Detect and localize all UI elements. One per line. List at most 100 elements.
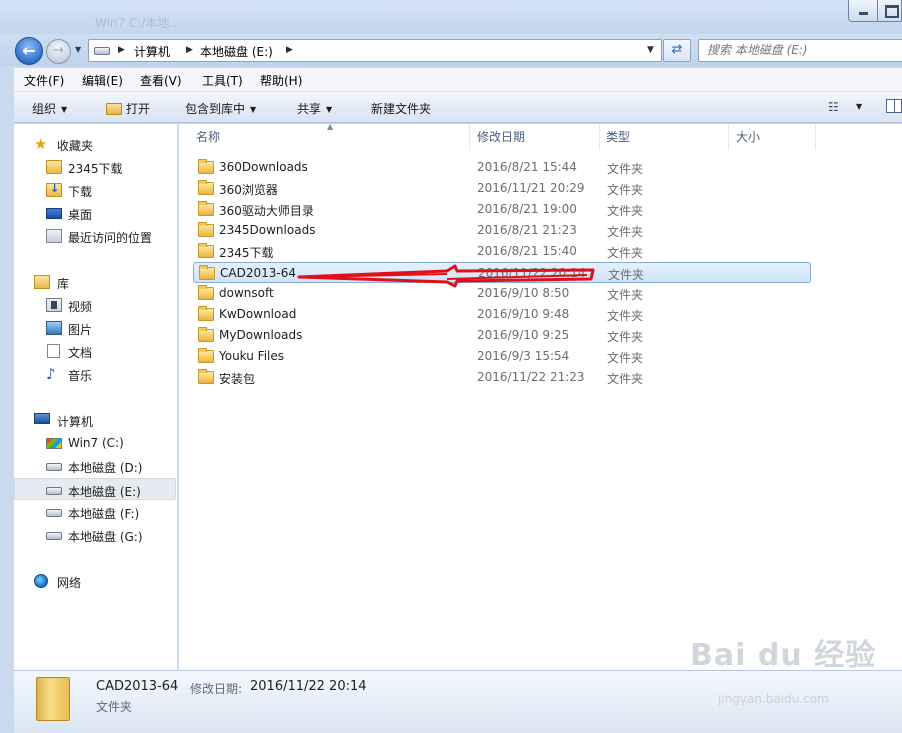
- refresh-button[interactable]: ⇄: [663, 39, 691, 62]
- new-folder-button[interactable]: 新建文件夹: [371, 100, 431, 117]
- organize-label: 组织: [32, 102, 57, 116]
- organize-button[interactable]: 组织 ▼: [32, 100, 67, 117]
- video-icon: [46, 298, 62, 312]
- baidu-watermark: Bai du 经验: [690, 638, 877, 673]
- file-row[interactable]: 安装包 2016/11/22 21:23 文件夹: [193, 367, 811, 388]
- title-bar: Win7 C:/本地...: [0, 0, 902, 34]
- file-type: 文件夹: [607, 309, 644, 323]
- nav-favorites-label: 收藏夹: [57, 139, 94, 153]
- details-type: 文件夹: [96, 700, 133, 714]
- file-date: 2016/9/3 15:54: [477, 349, 570, 363]
- menu-view[interactable]: 查看(V): [140, 72, 182, 89]
- star-icon: ★: [34, 135, 48, 153]
- breadcrumb-arrow-icon[interactable]: ▶: [286, 45, 293, 55]
- minimize-button[interactable]: [848, 0, 878, 22]
- folder-icon: [198, 222, 214, 237]
- file-name: 360驱动大师目录: [219, 204, 314, 218]
- nav-libraries[interactable]: 库: [14, 271, 176, 293]
- column-header-date[interactable]: 修改日期: [477, 128, 525, 145]
- nav-network[interactable]: 网络: [14, 570, 176, 592]
- forward-button[interactable]: →: [46, 39, 71, 64]
- menu-tools[interactable]: 工具(T): [202, 72, 243, 89]
- file-row[interactable]: Youku Files 2016/9/3 15:54 文件夹: [193, 346, 811, 367]
- history-dropdown-icon[interactable]: ▼: [75, 42, 87, 58]
- back-button[interactable]: ←: [15, 37, 43, 65]
- nav-computer[interactable]: 计算机: [14, 409, 176, 431]
- address-row: ← → ▼ ▶ 计算机 ▶ 本地磁盘 (E:) ▶ ▼ ⇄: [0, 34, 902, 66]
- file-name: KwDownload: [219, 307, 297, 321]
- open-button[interactable]: 打开: [106, 100, 150, 117]
- file-row[interactable]: KwDownload 2016/9/10 9:48 文件夹: [193, 304, 811, 325]
- nav-item-videos[interactable]: 视频: [14, 294, 176, 316]
- search-input[interactable]: [707, 43, 897, 57]
- drive-icon: [46, 532, 62, 540]
- folder-icon: [198, 159, 214, 174]
- drive-icon: [94, 47, 110, 55]
- nav-item-drive-d[interactable]: 本地磁盘 (D:): [14, 455, 176, 477]
- nav-item-drive-g[interactable]: 本地磁盘 (G:): [14, 524, 176, 546]
- folder-icon: [198, 243, 214, 258]
- recent-places-icon: [46, 229, 62, 243]
- column-divider[interactable]: [469, 124, 470, 150]
- address-dropdown-icon[interactable]: ▼: [647, 45, 654, 55]
- details-date-value: 2016/11/22 20:14: [250, 679, 367, 694]
- library-icon: [34, 275, 50, 289]
- column-divider[interactable]: [815, 124, 816, 150]
- file-date: 2016/9/10 9:48: [477, 307, 570, 321]
- breadcrumb-computer[interactable]: 计算机: [134, 43, 170, 60]
- nav-item-label: 下载: [68, 185, 93, 199]
- nav-item-drive-e[interactable]: 本地磁盘 (E:): [14, 478, 176, 500]
- file-row[interactable]: 360Downloads 2016/8/21 15:44 文件夹: [193, 157, 811, 178]
- nav-network-label: 网络: [57, 576, 82, 590]
- nav-item-downloads[interactable]: 下载: [14, 179, 176, 201]
- nav-item-documents[interactable]: 文档: [14, 340, 176, 362]
- share-button[interactable]: 共享 ▼: [297, 100, 332, 117]
- file-date: 2016/11/21 20:29: [477, 181, 585, 195]
- nav-item-pictures[interactable]: 图片: [14, 317, 176, 339]
- file-row[interactable]: MyDownloads 2016/9/10 9:25 文件夹: [193, 325, 811, 346]
- file-row[interactable]: 2345下载 2016/8/21 15:40 文件夹: [193, 241, 811, 262]
- nav-item-label: 本地磁盘 (E:): [68, 485, 141, 499]
- menu-help[interactable]: 帮助(H): [260, 72, 302, 89]
- column-header-name[interactable]: 名称: [196, 128, 220, 145]
- nav-item-recent-places[interactable]: 最近访问的位置: [14, 225, 176, 247]
- breadcrumb-arrow-icon[interactable]: ▶: [118, 45, 125, 55]
- menu-edit[interactable]: 编辑(E): [82, 72, 123, 89]
- file-type: 文件夹: [607, 225, 644, 239]
- column-header-type[interactable]: 类型: [606, 128, 630, 145]
- file-row[interactable]: 2345Downloads 2016/8/21 21:23 文件夹: [193, 220, 811, 241]
- column-divider[interactable]: [599, 124, 600, 150]
- computer-icon: [34, 413, 50, 424]
- nav-item-drive-c[interactable]: Win7 (C:): [14, 432, 176, 454]
- navigation-pane: ★ 收藏夹 2345下载 下载 桌面 最近访问的位置 库 视频 图片 文档 ♪ …: [14, 124, 178, 670]
- breadcrumb-drive-e[interactable]: 本地磁盘 (E:): [200, 43, 273, 60]
- nav-item-desktop[interactable]: 桌面: [14, 202, 176, 224]
- folder-icon: [198, 285, 214, 300]
- maximize-button[interactable]: [877, 0, 902, 22]
- nav-computer-label: 计算机: [57, 415, 94, 429]
- file-row[interactable]: 360驱动大师目录 2016/8/21 19:00 文件夹: [193, 199, 811, 220]
- music-icon: ♪: [46, 365, 56, 383]
- nav-item-label: 本地磁盘 (G:): [68, 530, 143, 544]
- preview-pane-icon[interactable]: [886, 99, 902, 113]
- nav-favorites[interactable]: ★ 收藏夹: [14, 133, 176, 155]
- file-row[interactable]: 360浏览器 2016/11/21 20:29 文件夹: [193, 178, 811, 199]
- column-divider[interactable]: [728, 124, 729, 150]
- document-icon: [47, 344, 60, 358]
- address-bar[interactable]: ▶ 计算机 ▶ 本地磁盘 (E:) ▶ ▼: [88, 39, 662, 62]
- nav-item-label: 音乐: [68, 369, 93, 383]
- menu-file[interactable]: 文件(F): [24, 72, 64, 89]
- nav-item-music[interactable]: ♪ 音乐: [14, 363, 176, 385]
- drive-icon: [46, 509, 62, 517]
- breadcrumb-arrow-icon[interactable]: ▶: [186, 45, 193, 55]
- view-options-dropdown-icon[interactable]: ▼: [856, 102, 862, 111]
- nav-item-label: 2345下载: [68, 162, 123, 176]
- column-header-size[interactable]: 大小: [736, 128, 760, 145]
- change-view-icon[interactable]: ☷: [828, 100, 839, 114]
- include-in-library-button[interactable]: 包含到库中 ▼: [185, 100, 256, 117]
- nav-item-2345-download[interactable]: 2345下载: [14, 156, 176, 178]
- nav-item-drive-f[interactable]: 本地磁盘 (F:): [14, 501, 176, 523]
- file-date: 2016/8/21 15:40: [477, 244, 577, 258]
- details-date-label: 修改日期:: [190, 682, 243, 696]
- search-box[interactable]: [698, 39, 902, 62]
